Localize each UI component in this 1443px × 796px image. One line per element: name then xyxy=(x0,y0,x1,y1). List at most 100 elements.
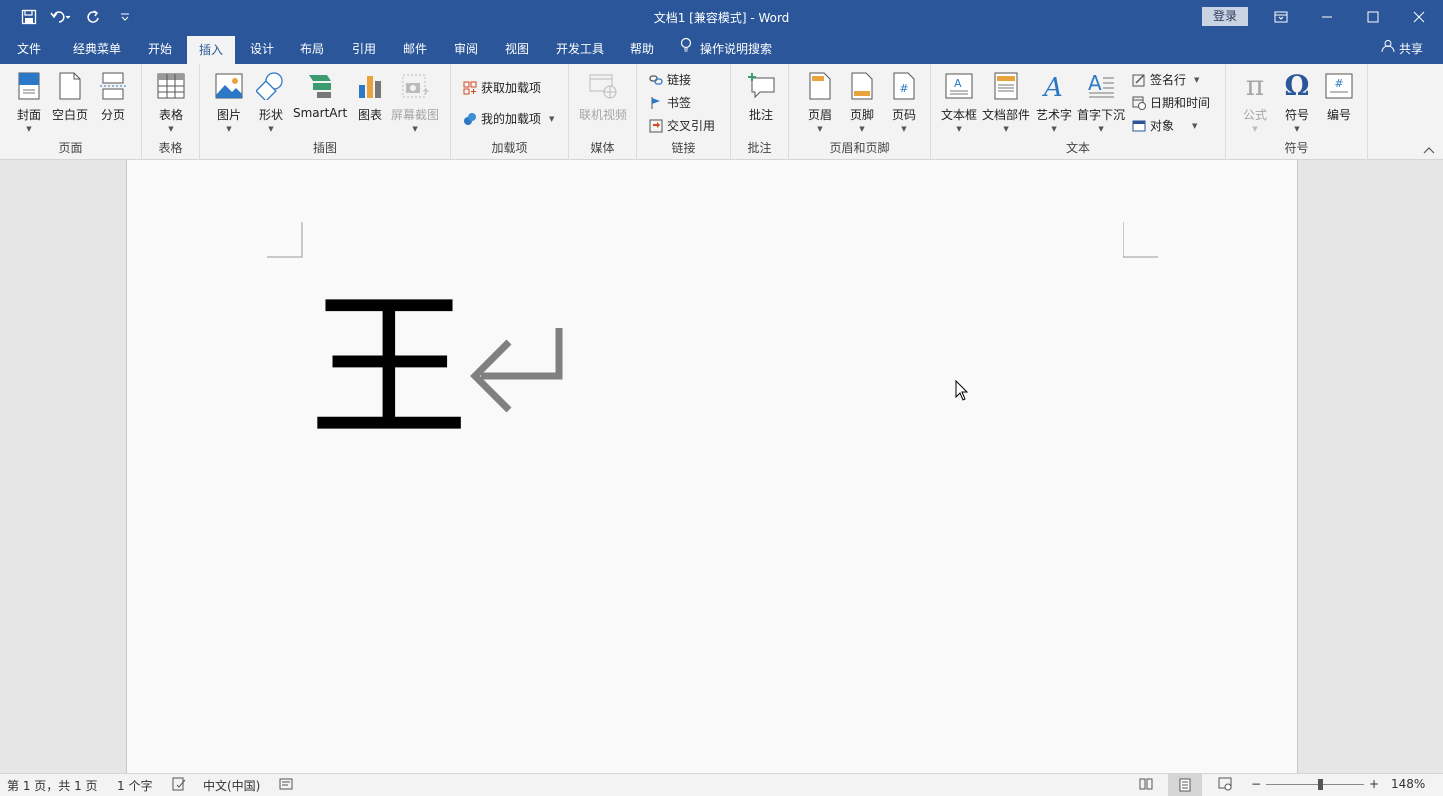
ribbon-display-options-icon[interactable] xyxy=(1258,0,1304,34)
drop-cap-button[interactable]: A 首字下沉 ▼ xyxy=(1077,70,1125,133)
signature-line-button[interactable]: 签名行 ▼ xyxy=(1132,71,1199,88)
language[interactable]: 中文(中国) xyxy=(203,777,260,794)
equation-button[interactable]: π 公式 ▼ xyxy=(1240,70,1270,134)
tab-developer[interactable]: 开发工具 xyxy=(548,34,612,64)
group-label-media: 媒体 xyxy=(590,141,615,155)
drop-cap-icon: A xyxy=(1086,70,1116,102)
chevron-down-icon: ▼ xyxy=(901,125,907,133)
bookmark-button[interactable]: 书签 xyxy=(649,94,691,111)
tab-file[interactable]: 文件 xyxy=(6,34,52,64)
picture-button[interactable]: 图片 ▼ xyxy=(214,70,244,133)
link-button[interactable]: 链接 xyxy=(649,71,691,88)
header-button[interactable]: 页眉 ▼ xyxy=(805,70,835,133)
chart-button[interactable]: 图表 xyxy=(355,70,385,123)
crop-mark-top-left xyxy=(267,222,303,258)
tab-classic-menu[interactable]: 经典菜单 xyxy=(62,34,132,64)
web-layout-icon[interactable] xyxy=(1218,777,1232,794)
tab-review[interactable]: 审阅 xyxy=(446,34,486,64)
zoom-in-button[interactable]: + xyxy=(1369,777,1379,791)
wordart-button[interactable]: A 艺术字 ▼ xyxy=(1036,70,1072,133)
close-icon[interactable] xyxy=(1396,0,1442,34)
tab-layout[interactable]: 布局 xyxy=(292,34,332,64)
chevron-down-icon: ▼ xyxy=(1252,125,1258,133)
ribbon-insert: 封面 ▼ 空白页 分页 页面 表格 ▼ 表格 图片 ▼ 形状 ▼ SmartAr… xyxy=(0,64,1443,160)
minimize-icon[interactable] xyxy=(1304,0,1350,34)
shapes-icon xyxy=(256,70,286,102)
omega-icon: Ω xyxy=(1284,69,1310,102)
quick-parts-button[interactable]: 文档部件 ▼ xyxy=(982,70,1030,133)
tab-mailings[interactable]: 邮件 xyxy=(395,34,435,64)
chevron-down-icon: ▼ xyxy=(1192,121,1198,130)
screenshot-button[interactable]: 屏幕截图 ▼ xyxy=(391,70,439,133)
footer-icon xyxy=(847,70,877,102)
new-comment-button[interactable]: 批注 xyxy=(746,70,776,123)
cover-page-button[interactable]: 封面 ▼ xyxy=(14,70,44,133)
chevron-down-icon: ▼ xyxy=(1294,125,1300,133)
table-button[interactable]: 表格 ▼ xyxy=(156,70,186,133)
zoom-slider-track[interactable] xyxy=(1266,784,1364,785)
lightbulb-icon xyxy=(680,34,692,64)
smartart-button[interactable]: SmartArt xyxy=(293,70,347,120)
chevron-down-icon: ▼ xyxy=(956,125,962,133)
read-mode-icon[interactable] xyxy=(1139,777,1153,794)
signature-icon xyxy=(1132,73,1146,87)
document-page[interactable]: 王 xyxy=(126,160,1298,773)
group-label-links: 链接 xyxy=(671,141,696,155)
cross-reference-button[interactable]: 交叉引用 xyxy=(649,117,715,134)
text-box-button[interactable]: A 文本框 ▼ xyxy=(941,70,977,133)
chevron-down-icon: ▼ xyxy=(1003,125,1009,133)
tab-design[interactable]: 设计 xyxy=(242,34,282,64)
shapes-button[interactable]: 形状 ▼ xyxy=(256,70,286,133)
picture-icon xyxy=(214,70,244,102)
online-video-button[interactable]: 联机视频 xyxy=(579,70,627,123)
tab-references[interactable]: 引用 xyxy=(344,34,384,64)
maximize-icon[interactable] xyxy=(1350,0,1396,34)
document-area[interactable]: 王 xyxy=(0,160,1443,773)
page-count[interactable]: 第 1 页，共 1 页 xyxy=(7,777,98,794)
group-illustrations: 图片 ▼ 形状 ▼ SmartArt 图表 屏幕截图 ▼ 插图 xyxy=(200,64,451,160)
svg-text:#: # xyxy=(1334,77,1343,90)
object-icon xyxy=(1132,119,1146,133)
chevron-down-icon: ▼ xyxy=(549,114,555,123)
paragraph-mark-icon xyxy=(470,328,563,412)
addins-cube-icon xyxy=(463,112,477,126)
table-icon xyxy=(156,70,186,102)
blank-page-button[interactable]: 空白页 xyxy=(52,70,88,123)
word-count[interactable]: 1 个字 xyxy=(117,777,152,794)
zoom-slider-thumb[interactable] xyxy=(1318,779,1323,790)
bar-chart-icon xyxy=(355,70,385,102)
tab-view[interactable]: 视图 xyxy=(497,34,537,64)
share-button[interactable]: 共享 xyxy=(1381,34,1423,64)
smartart-icon xyxy=(305,70,335,102)
proofing-icon[interactable] xyxy=(172,777,186,794)
date-time-button[interactable]: 日期和时间 xyxy=(1132,94,1210,111)
symbol-button[interactable]: Ω 符号 ▼ xyxy=(1282,69,1312,134)
collapse-ribbon-icon[interactable] xyxy=(1423,146,1435,157)
mouse-cursor-icon xyxy=(955,380,969,401)
group-addins: 获取加载项 我的加载项 ▼ 加载项 xyxy=(451,64,569,160)
comment-icon xyxy=(746,70,776,102)
store-icon xyxy=(463,81,477,95)
tab-home[interactable]: 开始 xyxy=(140,34,180,64)
page-number-button[interactable]: # 页码 ▼ xyxy=(889,70,919,133)
document-text[interactable]: 王 xyxy=(309,288,469,448)
my-addins-button[interactable]: 我的加载项 ▼ xyxy=(463,110,554,127)
tab-help[interactable]: 帮助 xyxy=(622,34,662,64)
tab-insert[interactable]: 插入 xyxy=(187,36,235,64)
object-button[interactable]: 对象 ▼ xyxy=(1132,117,1197,134)
person-icon xyxy=(1381,34,1395,64)
zoom-level[interactable]: 148% xyxy=(1391,777,1425,791)
footer-button[interactable]: 页脚 ▼ xyxy=(847,70,877,133)
numbering-button[interactable]: # 编号 xyxy=(1324,70,1354,123)
bookmark-flag-icon xyxy=(649,96,663,110)
page-break-button[interactable]: 分页 xyxy=(98,70,128,123)
get-addins-button[interactable]: 获取加载项 xyxy=(463,79,541,96)
quick-parts-icon xyxy=(991,70,1021,102)
accessibility-icon[interactable] xyxy=(279,777,293,794)
login-button[interactable]: 登录 xyxy=(1202,7,1248,26)
header-icon xyxy=(805,70,835,102)
zoom-out-button[interactable]: − xyxy=(1251,777,1261,791)
tell-me-search[interactable]: 操作说明搜索 xyxy=(680,34,790,64)
print-layout-icon[interactable] xyxy=(1168,774,1202,796)
chevron-down-icon: ▼ xyxy=(1194,75,1200,84)
